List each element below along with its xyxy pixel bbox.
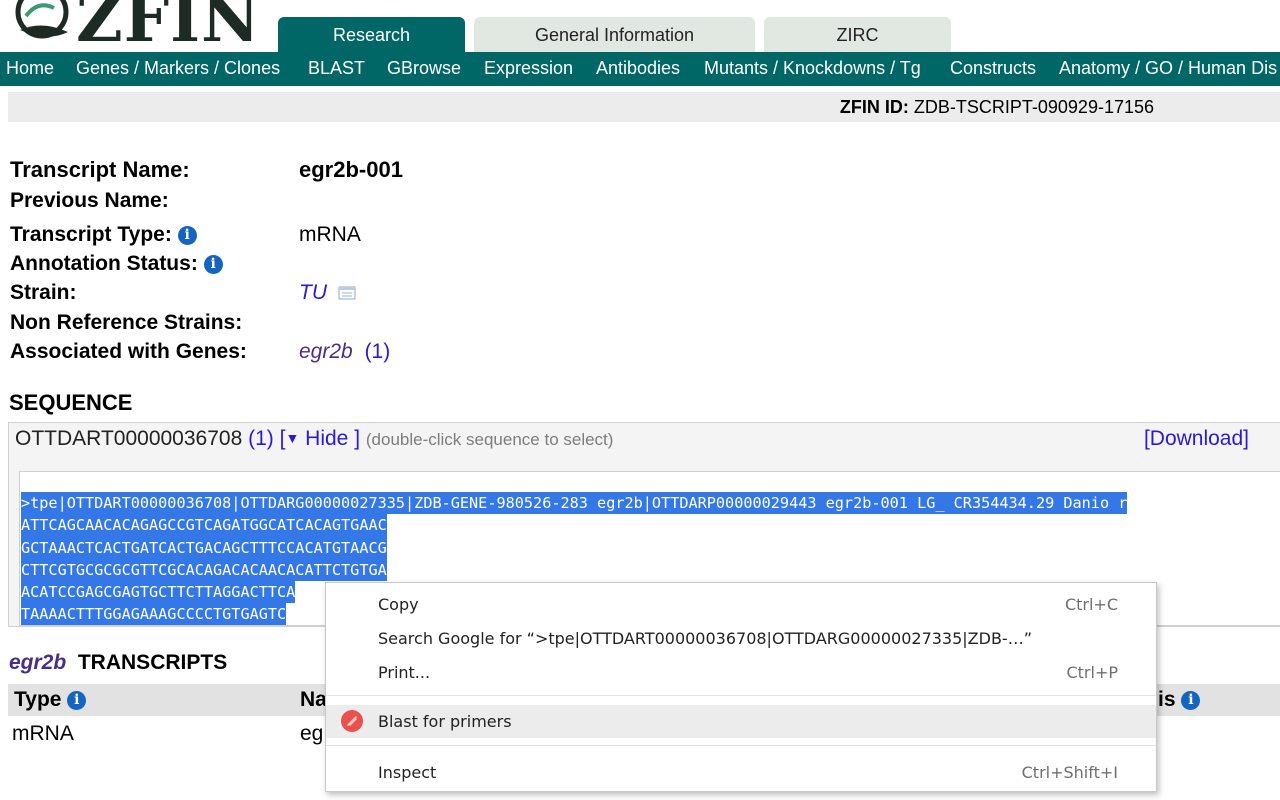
gene-count-link[interactable]: (1) [365, 340, 391, 363]
zfin-fish-logo-icon [15, 0, 69, 39]
nav-expression[interactable]: Expression [484, 58, 573, 79]
zfin-id: ZFIN ID: ZDB-TSCRIPT-090929-17156 [840, 97, 1154, 118]
zfin-id-bar: ZFIN ID: ZDB-TSCRIPT-090929-17156 [8, 92, 1280, 122]
menu-item-blast-for-primers[interactable]: Blast for primers [326, 705, 1156, 738]
menu-item-shortcut: Ctrl+P [1066, 663, 1118, 682]
menu-item-label: Inspect [378, 763, 437, 782]
sequence-line: ACATCCGAGCGAGTGCTTCTTAGGACTTCA [21, 581, 296, 604]
column-header-name: Na [300, 688, 327, 711]
menu-item-label: Search Google for “>tpe|OTTDART000000367… [378, 629, 1032, 648]
column-header-type-text: Type [14, 688, 62, 711]
nav-constructs[interactable]: Constructs [950, 58, 1036, 79]
menu-item-label: Copy [378, 595, 419, 614]
sequence-line: CTTCGTGCGCGCGTTCGCACAGACACAACACATTCTGTGA [21, 558, 387, 582]
info-icon[interactable]: i [1181, 691, 1201, 710]
row-type: mRNA [12, 722, 74, 745]
menu-item-shortcut: Ctrl+C [1064, 595, 1118, 614]
sequence-line: ATTCAGCAACACAGAGCCGTCAGATGGCATCACAGTGAAC [21, 514, 387, 537]
menu-item-label: Blast for primers [378, 712, 512, 731]
popup-window-icon[interactable] [338, 286, 356, 300]
transcript-name-value: egr2b-001 [299, 157, 403, 182]
download-link[interactable]: [Download] [1144, 427, 1249, 451]
menu-item-search-google[interactable]: Search Google for “>tpe|OTTDART000000367… [326, 622, 1156, 655]
menu-item-print[interactable]: Print... Ctrl+P [326, 656, 1156, 689]
menu-item-shortcut: Ctrl+Shift+I [1021, 763, 1118, 782]
tab-research[interactable]: Research [278, 17, 465, 52]
annotation-status-label-text: Annotation Status: [10, 252, 198, 275]
transcripts-gene: egr2b [9, 651, 67, 674]
menu-separator [326, 695, 1156, 696]
annotation-status-label: Annotation Status: i [10, 252, 223, 276]
info-icon[interactable]: i [177, 226, 197, 245]
nav-genes-markers-clones[interactable]: Genes / Markers / Clones [76, 58, 280, 79]
menu-separator [326, 745, 1156, 746]
zfin-logo-text[interactable]: ZFIN [76, 0, 261, 57]
column-header-analysis-text: is [1158, 688, 1176, 711]
main-nav: Home Genes / Markers / Clones BLAST GBro… [0, 52, 1280, 86]
sequence-count[interactable]: (1) [248, 427, 274, 450]
hide-toggle[interactable]: [▼ Hide ] [280, 427, 360, 450]
strain-value: TU [299, 281, 356, 305]
previous-name-label: Previous Name: [10, 189, 169, 212]
strain-label: Strain: [10, 281, 77, 304]
sequence-hint: (double-click sequence to select) [365, 430, 614, 449]
sequence-line: >tpe|OTTDART00000036708|OTTDARG000000273… [21, 492, 1128, 515]
associated-genes-value: egr2b (1) [299, 340, 390, 364]
associated-genes-label: Associated with Genes: [10, 340, 247, 363]
menu-item-inspect[interactable]: Inspect Ctrl+Shift+I [326, 756, 1156, 789]
transcript-type-value: mRNA [299, 223, 361, 246]
info-icon[interactable]: i [203, 255, 223, 274]
caret-down-icon: ▼ [285, 430, 300, 446]
transcript-type-label-text: Transcript Type: [10, 223, 172, 246]
zfin-id-value: ZDB-TSCRIPT-090929-17156 [913, 97, 1154, 117]
tab-general-information[interactable]: General Information [474, 17, 755, 52]
transcript-name-label: Transcript Name: [10, 157, 190, 182]
menu-item-label: Print... [378, 663, 431, 682]
zfin-id-label: ZFIN ID: [839, 97, 909, 117]
nav-anatomy-go-human-disease[interactable]: Anatomy / GO / Human Dis [1059, 58, 1277, 79]
row-name[interactable]: eg [300, 722, 323, 746]
nav-gbrowse[interactable]: GBrowse [387, 58, 461, 79]
nav-antibodies[interactable]: Antibodies [596, 58, 680, 79]
transcripts-title-text: TRANSCRIPTS [77, 651, 228, 674]
gene-link[interactable]: egr2b [299, 340, 353, 363]
non-reference-strains-label: Non Reference Strains: [10, 311, 243, 334]
info-icon[interactable]: i [67, 691, 87, 710]
nav-blast[interactable]: BLAST [308, 58, 365, 79]
column-header-type: Type i [14, 688, 87, 712]
tab-zirc[interactable]: ZIRC [764, 17, 951, 52]
column-header-analysis: is i [1158, 688, 1201, 712]
transcripts-section-title: egr2b TRANSCRIPTS [9, 651, 227, 675]
strain-link[interactable]: TU [299, 281, 327, 304]
sequence-line: GCTAAACTCACTGATCACTGACAGCTTTCCACATGTAACG [21, 536, 387, 559]
sequence-section-title: SEQUENCE [9, 390, 133, 415]
hide-label: Hide [305, 427, 349, 450]
transcript-type-label: Transcript Type: i [10, 223, 197, 247]
menu-item-copy[interactable]: Copy Ctrl+C [326, 588, 1156, 621]
nav-home[interactable]: Home [6, 58, 54, 79]
nav-mutants[interactable]: Mutants / Knockdowns / Tg [704, 58, 921, 79]
blast-primer-icon [341, 710, 363, 732]
sequence-header: OTTDART00000036708 (1) [▼ Hide ] (double… [15, 427, 613, 451]
context-menu: Copy Ctrl+C Search Google for “>tpe|OTTD… [325, 582, 1157, 792]
site-header: ZFIN Research General Information ZIRC H… [0, 0, 1280, 86]
sequence-accession: OTTDART00000036708 [15, 427, 243, 450]
sequence-line: TAAAACTTTGGAGAAAGCCCCTGTGAGTC [21, 603, 287, 625]
